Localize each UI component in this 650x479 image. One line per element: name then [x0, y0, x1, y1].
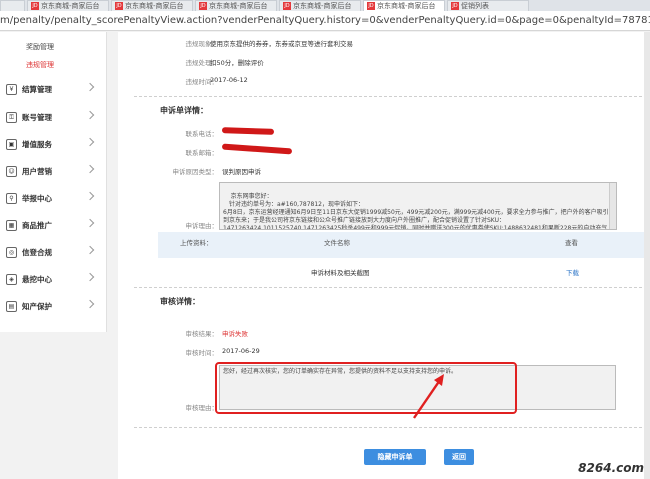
sidebar-subitem-rewards[interactable]: 奖励管理 — [0, 38, 106, 56]
chevron-right-icon — [85, 218, 95, 228]
review-result-label: 审核结果： — [185, 330, 219, 338]
chevron-right-icon — [85, 299, 95, 309]
chevron-right-icon — [85, 110, 95, 120]
tab-label: 京东商城-商家后台 — [377, 2, 436, 10]
chevron-right-icon — [85, 272, 95, 282]
sidebar-item-shield[interactable]: ◈ 悬挖中心 — [0, 268, 107, 290]
browser-tab[interactable]: JD 京东商城-商家后台 — [279, 0, 361, 11]
shield-icon: ◈ — [6, 273, 17, 285]
scrollbar[interactable] — [609, 183, 616, 229]
upload-label: 上传资料： — [180, 239, 213, 247]
redacted-email — [221, 143, 293, 155]
chevron-right-icon — [85, 191, 95, 201]
browser-tab-active[interactable]: JD 京东商城-商家后台 — [363, 0, 445, 11]
reason-type-value: 误判原因申诉 — [222, 168, 261, 176]
annotation-highlight-box — [215, 362, 517, 414]
sidebar-subitem-violations[interactable]: 违规管理 — [0, 56, 106, 74]
jd-logo-icon: JD — [367, 2, 375, 10]
sidebar: 奖励管理 违规管理 ￥ 结算管理 ⚿ 账号管理 ▣ 增值服务 ☺ 用户营销 ⚲ 举报中心 … — [0, 32, 107, 332]
jd-logo-icon: JD — [283, 2, 291, 10]
sidebar-item-ip-protection[interactable]: ▤ 知产保护 — [0, 295, 107, 317]
tab-label: 促销列表 — [461, 2, 489, 10]
reason-type-label: 申诉原因类型： — [172, 168, 219, 176]
browser-tab[interactable]: JD 促销列表 — [447, 0, 529, 11]
browser-tab[interactable]: JD 京东商城-商家后台 — [27, 0, 109, 11]
divider — [134, 427, 642, 428]
browser-tab-bar: JD 京东商城-商家后台 JD 京东商城-商家后台 JD 京东商城-商家后台 JD 京东… — [0, 0, 650, 11]
chevron-right-icon — [85, 164, 95, 174]
review-time-label: 审核时间： — [185, 349, 219, 357]
violation-time-value: 2017-06-12 — [210, 76, 248, 84]
tab-label: 京东商城-商家后台 — [293, 2, 352, 10]
compliance-icon: ◎ — [6, 246, 17, 258]
chevron-right-icon — [85, 137, 95, 147]
browser-tab[interactable]: JD 京东商城-商家后台 — [111, 0, 193, 11]
reason-label: 申诉理由： — [185, 222, 219, 230]
file-name: 申诉材料及相关截图 — [311, 269, 370, 277]
redacted-phone — [221, 127, 275, 135]
sidebar-item-settlement[interactable]: ￥ 结算管理 — [0, 78, 107, 100]
browser-tab[interactable] — [0, 0, 25, 11]
violation-handling-label: 违规处理： — [185, 59, 219, 67]
appeal-reason-textarea[interactable]: 京东网事您好： 针对违约单号为：a#160,787812，现申诉如下： 6月8日… — [219, 182, 617, 230]
review-time-value: 2017-06-29 — [222, 347, 260, 355]
column-view: 查看 — [565, 239, 578, 247]
jd-logo-icon: JD — [199, 2, 207, 10]
account-icon: ⚿ — [6, 111, 17, 123]
back-button[interactable]: 返回 — [444, 449, 474, 465]
hide-appeal-button[interactable]: 隐藏申诉单 — [364, 449, 426, 465]
sidebar-item-compliance[interactable]: ◎ 信登合规 — [0, 241, 107, 263]
ip-protection-icon: ▤ — [6, 300, 17, 312]
browser-tab[interactable]: JD 京东商城-商家后台 — [195, 0, 277, 11]
jd-logo-icon: JD — [115, 2, 123, 10]
phone-label: 联系电话： — [185, 130, 219, 138]
review-section-title: 审核详情： — [160, 297, 200, 306]
divider — [134, 96, 642, 97]
divider — [134, 287, 642, 288]
main-content: 违规现象： 使用京东提供的券券，东券或京豆等进行套利交易 违规处理： 扣50分，… — [118, 32, 650, 479]
report-icon: ⚲ — [6, 192, 17, 204]
violation-handling-value: 扣50分，删除评价 — [210, 59, 264, 67]
value-added-icon: ▣ — [6, 138, 17, 150]
settlement-icon: ￥ — [6, 83, 17, 95]
page-scrollbar[interactable] — [644, 32, 650, 479]
watermark: 8264.com — [578, 461, 644, 475]
sidebar-item-promotion[interactable]: ▦ 商品推广 — [0, 214, 107, 236]
column-filename: 文件名称 — [324, 239, 350, 247]
jd-logo-icon: JD — [451, 2, 459, 10]
download-link[interactable]: 下载 — [566, 267, 579, 277]
violation-phenomenon-value: 使用京东提供的券券，东券或京豆等进行套利交易 — [210, 40, 353, 48]
review-result-value: 申诉失败 — [222, 330, 248, 338]
chevron-right-icon — [85, 245, 95, 255]
review-reason-label: 审核理由： — [185, 404, 219, 412]
sidebar-item-account[interactable]: ⚿ 账号管理 — [0, 106, 107, 128]
annotation-arrow-icon — [413, 374, 444, 419]
sidebar-item-value-added[interactable]: ▣ 增值服务 — [0, 133, 107, 155]
address-bar[interactable]: m/penalty/penalty_scorePenaltyView.actio… — [0, 11, 650, 31]
email-label: 联系邮箱： — [185, 149, 219, 157]
tab-label: 京东商城-商家后台 — [209, 2, 268, 10]
chevron-right-icon — [85, 82, 95, 92]
appeal-section-title: 申诉单详情： — [160, 106, 208, 115]
jd-logo-icon: JD — [31, 2, 39, 10]
upload-table-header: 上传资料： 文件名称 查看 — [158, 232, 650, 258]
promotion-icon: ▦ — [6, 219, 17, 231]
tab-label: 京东商城-商家后台 — [125, 2, 184, 10]
sidebar-item-user-marketing[interactable]: ☺ 用户营销 — [0, 160, 107, 182]
violation-phenomenon-label: 违规现象： — [185, 40, 219, 48]
tab-label: 京东商城-商家后台 — [41, 2, 100, 10]
sidebar-item-report[interactable]: ⚲ 举报中心 — [0, 187, 107, 209]
violation-time-label: 违规时间： — [185, 78, 219, 86]
user-marketing-icon: ☺ — [6, 165, 17, 177]
